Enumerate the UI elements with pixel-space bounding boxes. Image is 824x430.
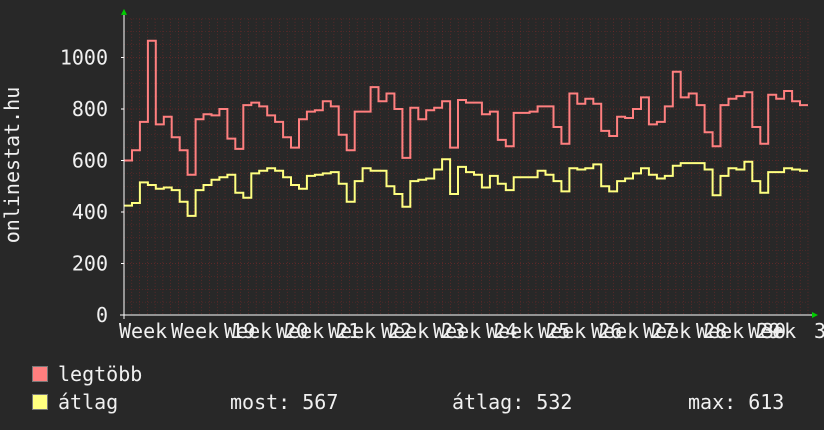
x-tick-label: Week — [119, 319, 167, 343]
legend-label-atlag: átlag — [58, 390, 119, 414]
y-axis-arrow — [121, 8, 127, 15]
legend-swatch-legtobb — [32, 366, 48, 382]
y-tick-label: 1000 — [60, 46, 108, 70]
y-tick-label: 200 — [72, 252, 108, 276]
y-ticks: 0 200 400 600 800 1000 — [60, 46, 124, 327]
stat-max: max: 613 — [688, 390, 785, 414]
y-tick-label: 0 — [96, 303, 108, 327]
x-tick-label: 3 — [814, 319, 824, 343]
stat-most: most: 567 — [230, 390, 339, 414]
y-tick-label: 600 — [72, 149, 108, 173]
x-tick-label: 30 — [762, 319, 786, 343]
x-axis-arrow — [812, 312, 818, 318]
stat-atlag: átlag: 532 — [452, 390, 573, 414]
y-tick-label: 400 — [72, 200, 108, 224]
legend-swatch-atlag — [32, 394, 48, 410]
x-ticks: Week Week 19Week 20Week 21Week 22Week 23W… — [119, 319, 824, 343]
y-axis-label: onlinestat.hu — [0, 87, 24, 244]
legend-label-legtobb: legtöbb — [58, 362, 143, 386]
y-tick-label: 800 — [72, 97, 108, 121]
